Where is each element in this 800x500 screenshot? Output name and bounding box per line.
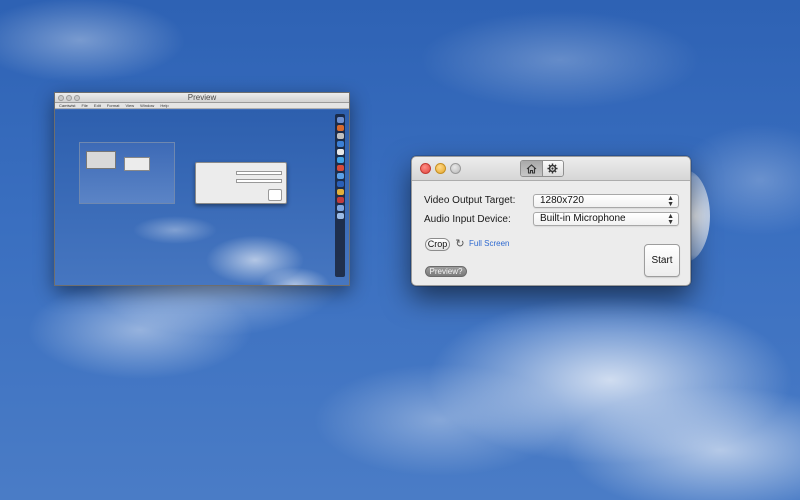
audio-input-value: Built-in Microphone	[540, 213, 626, 224]
close-button[interactable]	[420, 163, 431, 174]
preview-menu-item: Format	[106, 103, 120, 108]
house-icon	[526, 163, 537, 174]
dock-icon	[336, 213, 344, 219]
view-switcher[interactable]	[520, 160, 564, 177]
dock-icon	[336, 181, 344, 187]
minimize-button[interactable]	[435, 163, 446, 174]
select-arrows-icon: ▲ ▼	[667, 213, 674, 226]
nested-window-thumb	[86, 151, 116, 169]
mini-start-button	[268, 189, 282, 201]
dock-icon	[336, 149, 344, 155]
crop-button[interactable]: Crop	[425, 238, 450, 251]
full-screen-link[interactable]: Full Screen	[469, 239, 509, 248]
video-output-label: Video Output Target:	[424, 195, 516, 206]
select-arrows-icon: ▲ ▼	[667, 195, 674, 208]
preview-toggle-button[interactable]: Preview?	[425, 266, 467, 277]
dock-icon	[336, 157, 344, 163]
app-window[interactable]: Video Output Target: 1280x720 ▲ ▼ Audio I…	[411, 156, 691, 286]
dock-icon	[336, 165, 344, 171]
preview-window-title: Preview	[187, 93, 217, 102]
preview-titlebar[interactable]: Preview	[55, 93, 349, 103]
video-output-select[interactable]: 1280x720 ▲ ▼	[533, 194, 679, 208]
audio-input-select[interactable]: Built-in Microphone ▲ ▼	[533, 212, 679, 226]
window-controls[interactable]	[420, 163, 461, 174]
settings-tab[interactable]	[541, 161, 563, 176]
preview-menu-item: Help	[160, 103, 169, 108]
preview-menu-item: View	[125, 103, 135, 108]
dock-icon	[336, 197, 344, 203]
dock-icon	[336, 117, 344, 123]
dock-icon	[336, 125, 344, 131]
preview-menu-item: File	[81, 103, 88, 108]
start-button[interactable]: Start	[644, 244, 680, 277]
mini-select	[236, 171, 282, 175]
home-tab[interactable]	[521, 161, 542, 176]
audio-input-label: Audio Input Device:	[424, 214, 511, 225]
preview-window[interactable]: Preview Camtwist File Edit Format View W…	[54, 92, 350, 286]
preview-desktop-image	[55, 110, 349, 285]
reset-crop-icon[interactable]: ↻	[454, 238, 466, 250]
preview-nested-screenshot	[79, 142, 175, 204]
preview-menu-item: Camtwist	[59, 103, 76, 108]
dock-icon	[336, 205, 344, 211]
dock-icon	[336, 133, 344, 139]
preview-dock	[335, 114, 345, 277]
zoom-button[interactable]	[450, 163, 461, 174]
preview-menu-item: Window	[140, 103, 155, 108]
preview-menu-item: Edit	[93, 103, 101, 108]
preview-menubar: Camtwist File Edit Format View Window He…	[55, 103, 349, 109]
preview-mini-app-window	[195, 162, 287, 204]
dock-icon	[336, 141, 344, 147]
gear-icon	[547, 163, 558, 174]
nested-window-thumb	[124, 157, 150, 171]
dock-icon	[336, 173, 344, 179]
mini-select	[236, 179, 282, 183]
app-titlebar[interactable]	[412, 157, 690, 181]
dock-icon	[336, 189, 344, 195]
video-output-value: 1280x720	[540, 195, 584, 206]
